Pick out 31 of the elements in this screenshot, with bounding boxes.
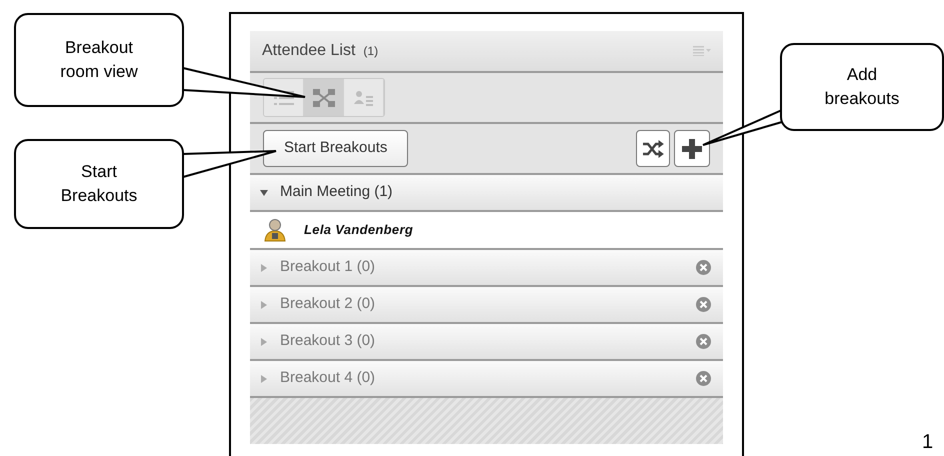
shuffle-icon: [642, 140, 664, 158]
remove-icon[interactable]: [696, 334, 711, 349]
callout-box: Breakout room view: [14, 13, 184, 107]
collapse-arrow-icon[interactable]: [260, 188, 268, 196]
attendee-name: Lela Vandenberg: [304, 221, 414, 240]
panel-title: Attendee List: [262, 41, 356, 61]
expand-arrow-icon[interactable]: [260, 374, 268, 382]
expand-arrow-icon[interactable]: [260, 300, 268, 308]
presenter-icon: [264, 218, 286, 242]
person-list-icon: [354, 90, 374, 106]
expand-arrow-icon[interactable]: [260, 264, 268, 272]
callout-box: Add breakouts: [780, 43, 944, 131]
start-breakouts-button[interactable]: Start Breakouts: [263, 130, 408, 167]
add-breakout-button[interactable]: [674, 130, 710, 167]
group-label: Breakout 4 (0): [280, 368, 376, 388]
plus-icon: [682, 138, 702, 158]
grid-icon: [312, 88, 334, 106]
view-toggle-button[interactable]: [304, 79, 344, 116]
group-label: Breakout 1 (0): [280, 257, 376, 278]
group-label: Breakout 3 (0): [280, 331, 376, 352]
group-label: Main Meeting (1): [280, 182, 393, 202]
group-label: Breakout 2 (0): [280, 294, 376, 314]
remove-icon[interactable]: [696, 260, 711, 275]
page-number: 1: [922, 430, 934, 455]
shuffle-button[interactable]: [636, 130, 670, 167]
view-toggle-button[interactable]: [344, 79, 384, 116]
expand-arrow-icon[interactable]: [260, 338, 268, 346]
attendee-count: (1): [363, 43, 378, 60]
callout-box: Start Breakouts: [14, 139, 184, 229]
remove-icon[interactable]: [696, 371, 711, 386]
remove-icon[interactable]: [696, 297, 711, 312]
